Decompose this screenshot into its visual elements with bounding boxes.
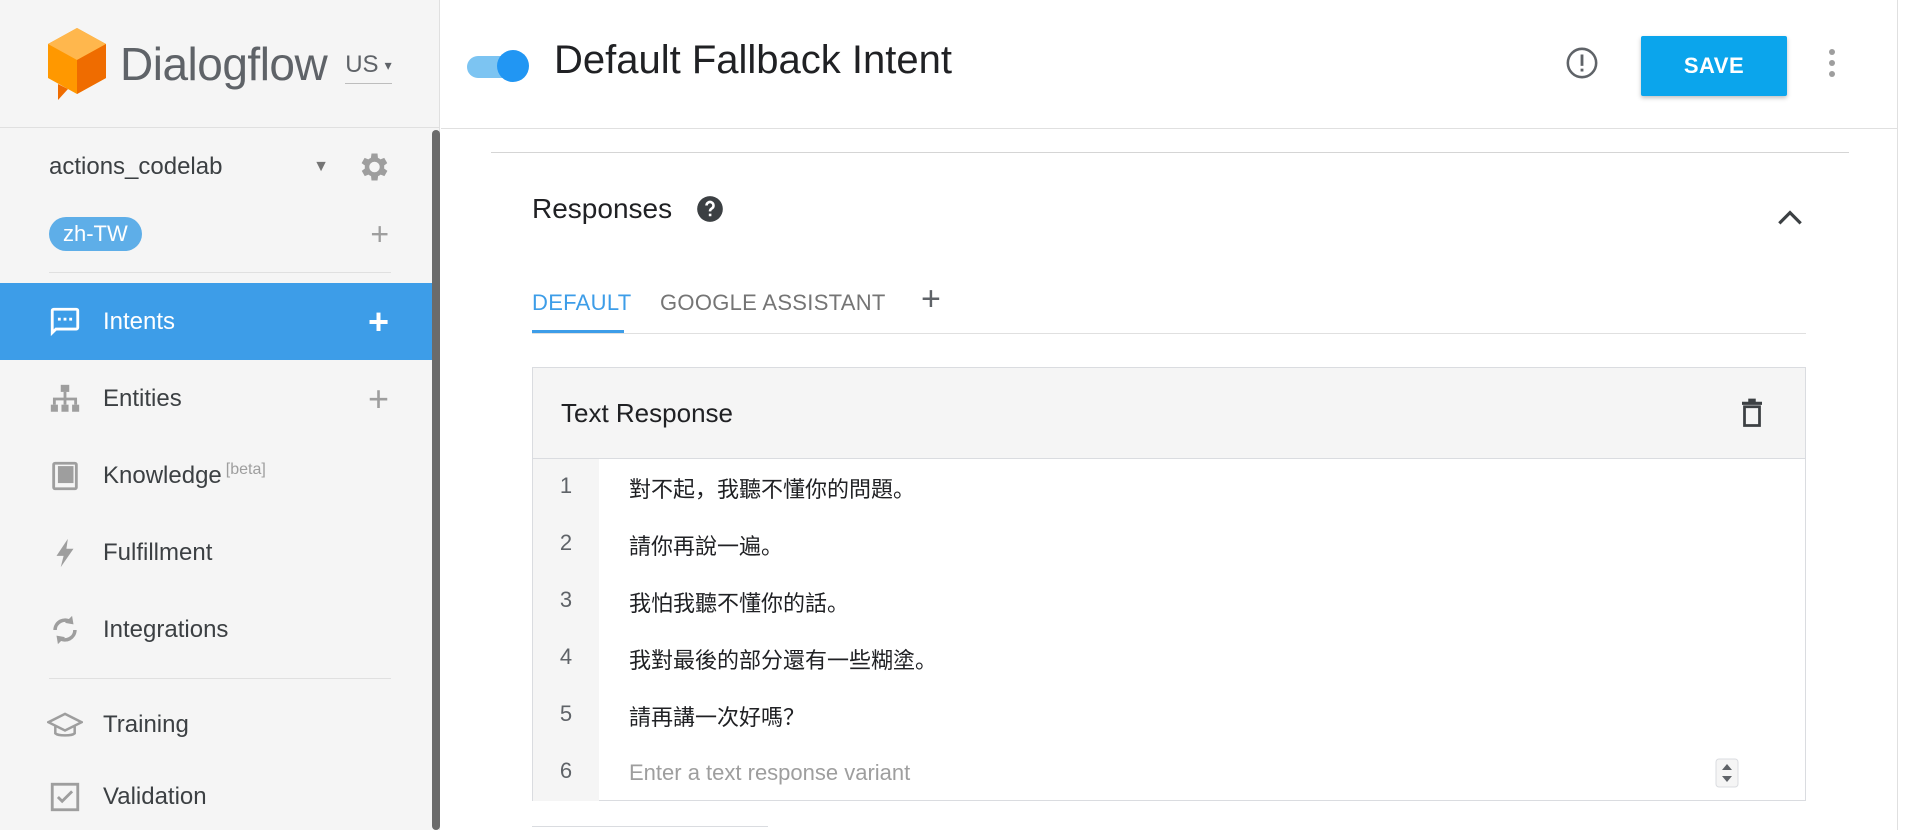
chevron-up-icon[interactable] [1774,202,1806,234]
card-header: Text Response [533,368,1805,459]
add-tab-icon[interactable]: + [921,280,941,319]
row-number: 1 [533,459,599,516]
info-alert-icon[interactable] [1565,46,1599,80]
sidebar-item-knowledge[interactable]: Knowledge [beta] [0,437,439,514]
responses-heading: Responses [532,193,724,225]
row-number: 2 [533,516,599,573]
sidebar-item-fulfillment[interactable]: Fulfillment [0,514,439,591]
agent-name: actions_codelab [49,153,223,180]
section-divider [491,152,1849,153]
resize-stepper-icon[interactable] [1715,758,1739,788]
row-number: 3 [533,573,599,630]
sidebar-item-training[interactable]: Training [0,689,439,761]
table-row: 3 我怕我聽不懂你的話。 [533,573,1805,630]
toggle-knob [497,50,529,82]
sidebar-item-label: Fulfillment [103,538,213,566]
response-text[interactable]: 請你再說一遍。 [599,529,1805,561]
caret-down-icon: ▾ [384,56,392,73]
caret-down-icon[interactable]: ▼ [313,158,329,176]
table-row: 2 請你再說一遍。 [533,516,1805,573]
table-row: 4 我對最後的部分還有一些糊塗。 [533,630,1805,687]
region-selector[interactable]: US ▾ [345,51,392,84]
more-vert-icon[interactable] [1826,48,1838,78]
gear-icon[interactable] [355,149,391,185]
sidebar-item-validation[interactable]: Validation [0,761,439,830]
region-label: US [345,51,379,78]
chat-icon [47,304,83,340]
add-intent-icon[interactable]: + [368,303,389,340]
divider [49,272,391,273]
book-icon [47,458,83,494]
divider [49,678,391,679]
response-text[interactable]: 我對最後的部分還有一些糊塗。 [599,643,1805,675]
response-rows: 1 對不起，我聽不懂你的問題。 2 請你再說一遍。 3 我怕我聽不懂你的話。 4… [533,459,1805,801]
tab-google-assistant[interactable]: GOOGLE ASSISTANT [660,290,886,316]
add-entity-icon[interactable]: + [368,380,389,417]
beta-badge: [beta] [225,461,266,478]
response-tabs: DEFAULT GOOGLE ASSISTANT + [532,280,1806,334]
add-response-stub [532,826,768,830]
new-response-row: 6 Enter a text response variant [533,744,1805,801]
language-chip[interactable]: zh-TW [49,217,142,251]
row-number: 5 [533,687,599,744]
sidebar-item-entities[interactable]: Entities + [0,360,439,437]
sidebar-item-integrations[interactable]: Integrations [0,591,439,668]
intent-enabled-toggle[interactable] [467,50,529,82]
active-tab-indicator [532,330,624,333]
brand-name: Dialogflow [120,37,328,90]
header-divider [441,128,1897,129]
graduation-cap-icon [47,707,83,743]
save-button[interactable]: SAVE [1641,36,1787,96]
sync-icon [47,612,83,648]
language-row: zh-TW + [0,206,439,262]
sidebar-item-label: Entities [103,384,182,412]
tab-default[interactable]: DEFAULT [532,290,632,316]
responses-title: Responses [532,193,673,224]
sidebar-item-intents[interactable]: Intents + [0,283,439,360]
response-text[interactable]: 請再講一次好嗎？ [599,700,1805,732]
table-row: 5 請再講一次好嗎？ [533,687,1805,744]
sidebar-item-label: Intents [103,307,176,335]
logo-row: Dialogflow US ▾ [0,0,439,128]
sidebar-item-label: Training [103,711,189,738]
sidebar-scrollbar[interactable] [432,130,440,830]
sidebar-item-label: Integrations [103,615,229,643]
knowledge-label: Knowledge [103,462,222,489]
help-icon[interactable] [696,195,724,223]
page-title[interactable]: Default Fallback Intent [554,38,952,83]
add-language-icon[interactable]: + [370,216,389,253]
text-response-card: Text Response 1 對不起，我聽不懂你的問題。 2 請你再說一遍。 … [532,367,1806,801]
row-number: 6 [533,744,599,801]
new-response-input[interactable]: Enter a text response variant [599,760,1715,786]
trash-icon[interactable] [1739,398,1765,428]
bolt-icon [47,535,83,571]
row-number: 4 [533,630,599,687]
agent-selector[interactable]: actions_codelab ▼ [0,128,439,206]
sidebar-item-label: Knowledge [beta] [103,461,389,490]
response-text[interactable]: 我怕我聽不懂你的話。 [599,586,1805,618]
checkbox-icon [47,779,83,815]
hierarchy-icon [47,381,83,417]
page-edge [1897,0,1898,830]
sidebar: Dialogflow US ▾ actions_codelab ▼ zh-TW … [0,0,440,830]
sidebar-item-label: Validation [103,783,207,810]
dialogflow-logo-icon[interactable] [46,26,108,102]
response-text[interactable]: 對不起，我聽不懂你的問題。 [599,472,1805,504]
table-row: 1 對不起，我聽不懂你的問題。 [533,459,1805,516]
card-title: Text Response [561,397,733,428]
